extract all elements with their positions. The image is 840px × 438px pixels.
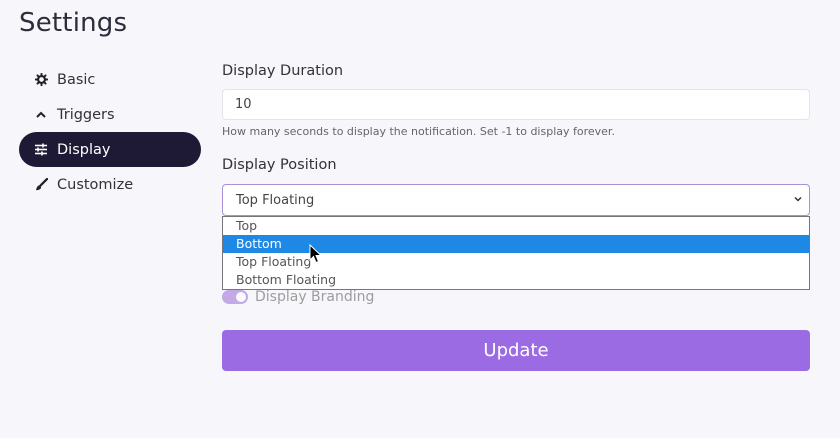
chevron-down-icon xyxy=(794,196,802,202)
sliders-icon xyxy=(33,142,49,158)
page-title: Settings xyxy=(19,8,128,38)
sidebar-item-triggers[interactable]: Triggers xyxy=(19,97,201,132)
display-branding-toggle[interactable] xyxy=(222,290,248,304)
display-duration-label: Display Duration xyxy=(222,63,344,79)
sidebar-nav: Basic Triggers Display Customize xyxy=(19,62,201,202)
display-duration-input[interactable]: 10 xyxy=(222,89,810,120)
display-position-label: Display Position xyxy=(222,157,337,173)
chevron-up-icon xyxy=(33,107,49,123)
sidebar-item-customize[interactable]: Customize xyxy=(19,167,201,202)
display-branding-label: Display Branding xyxy=(255,289,375,305)
mouse-cursor-icon xyxy=(309,244,323,264)
sidebar-item-display[interactable]: Display xyxy=(19,132,201,167)
option-bottom-floating[interactable]: Bottom Floating xyxy=(223,271,809,289)
sidebar-item-label: Display xyxy=(57,141,111,158)
option-top[interactable]: Top xyxy=(223,217,809,235)
sidebar-item-basic[interactable]: Basic xyxy=(19,62,201,97)
update-button[interactable]: Update xyxy=(222,330,810,371)
display-duration-value: 10 xyxy=(235,97,252,112)
sidebar-item-label: Basic xyxy=(57,71,96,88)
display-duration-hint: How many seconds to display the notifica… xyxy=(222,125,615,138)
sidebar-item-label: Customize xyxy=(57,176,134,193)
display-position-select[interactable]: Top Floating xyxy=(222,184,810,216)
display-position-value: Top Floating xyxy=(236,192,315,208)
display-branding-row: Display Branding xyxy=(222,289,374,305)
brush-icon xyxy=(33,177,49,193)
sidebar-item-label: Triggers xyxy=(57,106,115,123)
gear-icon xyxy=(33,72,49,88)
